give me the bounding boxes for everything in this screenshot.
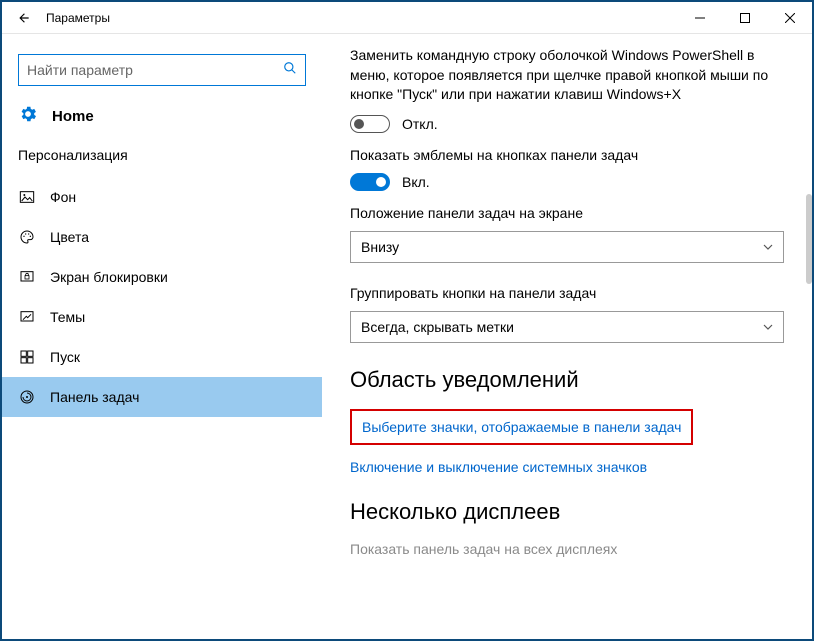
taskbar-icon [18, 389, 36, 405]
chevron-down-icon [763, 319, 773, 335]
gear-icon [18, 104, 38, 129]
maximize-button[interactable] [722, 2, 767, 34]
powershell-description: Заменить командную строку оболочкой Wind… [350, 46, 784, 105]
sidebar: Home Персонализация Фон Цвета Экран блок… [2, 34, 322, 639]
picture-icon [18, 189, 36, 205]
badges-toggle[interactable] [350, 173, 390, 191]
arrow-left-icon [17, 11, 31, 25]
minimize-icon [695, 13, 705, 23]
sidebar-item-colors[interactable]: Цвета [2, 217, 322, 257]
group-dropdown[interactable]: Всегда, скрывать метки [350, 311, 784, 343]
close-button[interactable] [767, 2, 812, 34]
select-icons-link[interactable]: Выберите значки, отображаемые в панели з… [350, 409, 693, 445]
show-on-all-displays-label: Показать панель задач на всех дисплеях [350, 541, 784, 557]
sidebar-item-lockscreen[interactable]: Экран блокировки [2, 257, 322, 297]
sidebar-item-label: Пуск [50, 349, 80, 365]
sidebar-item-label: Панель задач [50, 389, 139, 405]
window-title: Параметры [46, 11, 110, 25]
search-box[interactable] [18, 54, 306, 86]
brush-icon [18, 309, 36, 325]
home-label: Home [52, 108, 94, 125]
scrollbar[interactable] [806, 194, 812, 284]
dropdown-value: Внизу [361, 239, 399, 255]
close-icon [785, 13, 795, 23]
sidebar-item-themes[interactable]: Темы [2, 297, 322, 337]
badges-label: Показать эмблемы на кнопках панели задач [350, 147, 784, 163]
sidebar-item-label: Экран блокировки [50, 269, 168, 285]
sidebar-item-taskbar[interactable]: Панель задач [2, 377, 322, 417]
multiple-displays-heading: Несколько дисплеев [350, 499, 784, 525]
start-icon [18, 349, 36, 365]
sidebar-item-label: Фон [50, 189, 76, 205]
toggle-state-label: Вкл. [402, 174, 430, 190]
home-nav[interactable]: Home [2, 104, 322, 129]
notification-area-heading: Область уведомлений [350, 367, 784, 393]
sidebar-item-label: Темы [50, 309, 85, 325]
lock-icon [18, 269, 36, 285]
content-pane: Заменить командную строку оболочкой Wind… [322, 34, 812, 639]
search-input[interactable] [27, 62, 283, 78]
system-icons-link[interactable]: Включение и выключение системных значков [350, 459, 784, 475]
palette-icon [18, 229, 36, 245]
position-label: Положение панели задач на экране [350, 205, 784, 221]
group-label: Группировать кнопки на панели задач [350, 285, 784, 301]
sidebar-item-background[interactable]: Фон [2, 177, 322, 217]
maximize-icon [740, 13, 750, 23]
position-dropdown[interactable]: Внизу [350, 231, 784, 263]
search-icon [283, 61, 297, 80]
chevron-down-icon [763, 239, 773, 255]
powershell-toggle[interactable] [350, 115, 390, 133]
dropdown-value: Всегда, скрывать метки [361, 319, 514, 335]
sidebar-item-label: Цвета [50, 229, 89, 245]
sidebar-section-title: Персонализация [2, 147, 322, 177]
title-bar: Параметры [2, 2, 812, 34]
sidebar-item-start[interactable]: Пуск [2, 337, 322, 377]
minimize-button[interactable] [677, 2, 722, 34]
back-button[interactable] [10, 4, 38, 32]
toggle-state-label: Откл. [402, 116, 438, 132]
